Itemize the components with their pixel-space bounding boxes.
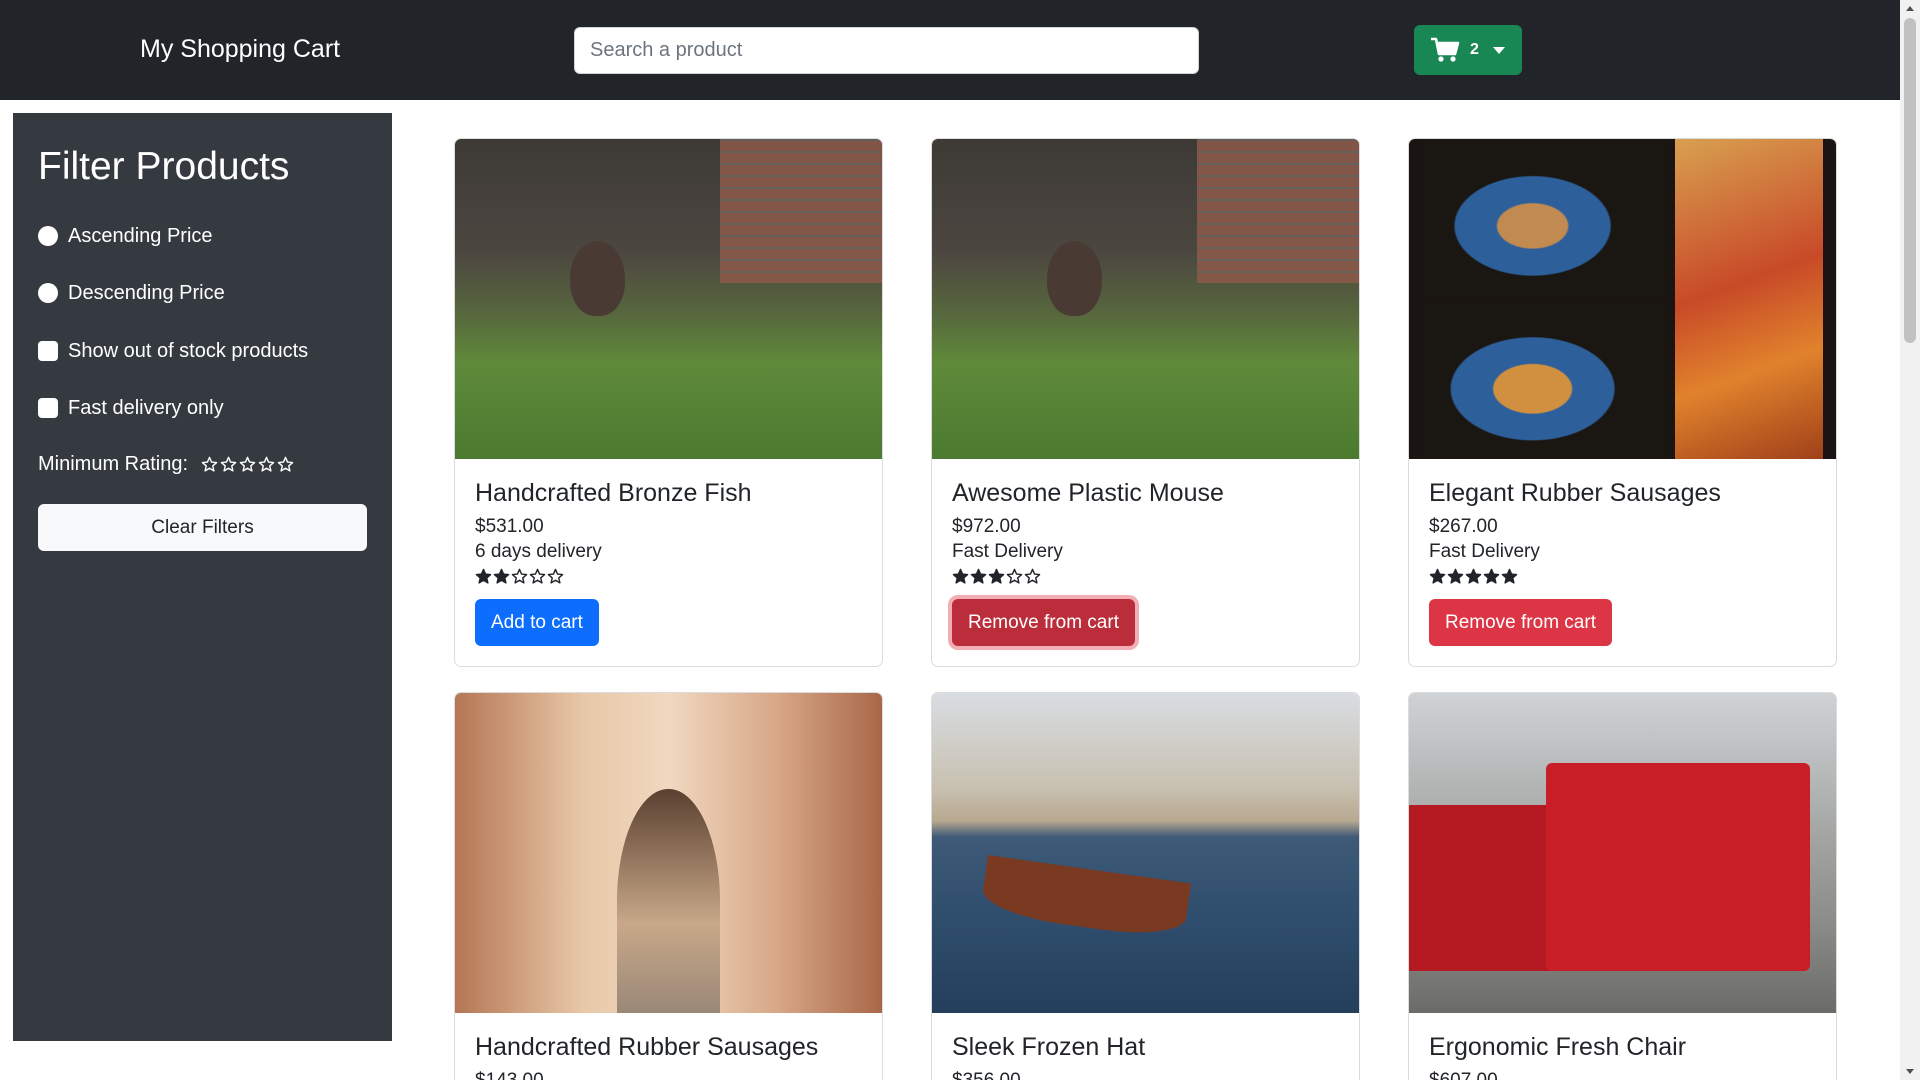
out-of-stock-label: Show out of stock products	[68, 339, 309, 362]
product-image	[455, 693, 882, 1013]
ascending-price-label: Ascending Price	[68, 224, 213, 247]
star-filled-icon[interactable]	[1447, 568, 1464, 585]
product-rating	[475, 568, 862, 585]
product-title: Elegant Rubber Sausages	[1429, 479, 1721, 507]
product-title: Sleek Frozen Hat	[952, 1033, 1146, 1061]
product-title: Awesome Plastic Mouse	[952, 479, 1224, 507]
product-delivery: Fast Delivery	[1429, 541, 1540, 562]
star-empty-icon[interactable]	[1024, 568, 1041, 585]
ascending-price-option[interactable]: Ascending Price	[38, 223, 213, 249]
descending-price-label: Descending Price	[68, 281, 225, 304]
star-filled-icon[interactable]	[475, 568, 492, 585]
filter-title: Filter Products	[38, 145, 290, 188]
fast-delivery-label: Fast delivery only	[68, 396, 224, 419]
scroll-thumb[interactable]	[1904, 18, 1916, 343]
minimum-rating-row: Minimum Rating:	[38, 453, 294, 476]
scroll-up-arrow[interactable]	[1906, 6, 1914, 11]
product-image	[932, 139, 1359, 459]
product-rating	[952, 568, 1339, 585]
out-of-stock-checkbox[interactable]	[38, 341, 58, 361]
star-empty-icon[interactable]	[1006, 568, 1023, 585]
search-input[interactable]	[574, 27, 1199, 74]
star-filled-icon[interactable]	[988, 568, 1005, 585]
product-delivery: Fast Delivery	[952, 541, 1063, 562]
minimum-rating-stars	[201, 456, 294, 473]
navbar: My Shopping Cart 2	[0, 0, 1900, 100]
fast-delivery-checkbox[interactable]	[38, 398, 58, 418]
star-filled-icon[interactable]	[1429, 568, 1446, 585]
descending-price-radio[interactable]	[38, 283, 58, 303]
product-title: Handcrafted Rubber Sausages	[475, 1033, 819, 1061]
product-card: Sleek Frozen Hat $356.00	[931, 692, 1360, 1080]
star-empty-icon[interactable]	[201, 456, 218, 473]
product-rating	[1429, 568, 1816, 585]
product-title: Handcrafted Bronze Fish	[475, 479, 752, 507]
cart-count-badge: 2	[1470, 41, 1479, 58]
remove-from-cart-button[interactable]: Remove from cart	[952, 599, 1135, 646]
product-price: $356.00	[952, 1068, 1339, 1080]
chevron-down-icon	[1492, 46, 1505, 54]
star-filled-icon[interactable]	[970, 568, 987, 585]
out-of-stock-option[interactable]: Show out of stock products	[38, 338, 308, 364]
star-empty-icon[interactable]	[277, 456, 294, 473]
star-empty-icon[interactable]	[220, 456, 237, 473]
star-empty-icon[interactable]	[258, 456, 275, 473]
star-filled-icon[interactable]	[1465, 568, 1482, 585]
add-to-cart-button[interactable]: Add to cart	[475, 599, 599, 646]
product-card: Handcrafted Rubber Sausages $143.00	[454, 692, 883, 1080]
product-card: Ergonomic Fresh Chair $607.00	[1408, 692, 1837, 1080]
star-empty-icon[interactable]	[529, 568, 546, 585]
product-image	[932, 693, 1359, 1013]
product-card: Handcrafted Bronze Fish $531.00 6 days d…	[454, 138, 883, 667]
filter-sidebar: Filter Products Ascending Price Descendi…	[13, 113, 392, 1041]
descending-price-option[interactable]: Descending Price	[38, 280, 225, 306]
ascending-price-radio[interactable]	[38, 226, 58, 246]
star-filled-icon[interactable]	[493, 568, 510, 585]
star-empty-icon[interactable]	[511, 568, 528, 585]
product-image	[1409, 693, 1836, 1013]
fast-delivery-option[interactable]: Fast delivery only	[38, 395, 224, 421]
product-price: $972.00	[952, 516, 1021, 537]
star-filled-icon[interactable]	[1483, 568, 1500, 585]
product-image	[455, 139, 882, 459]
product-image	[1409, 139, 1836, 459]
page: My Shopping Cart 2 Filter Products Ascen…	[0, 0, 1920, 1080]
cart-dropdown-button[interactable]: 2	[1414, 25, 1522, 75]
scroll-down-arrow[interactable]	[1906, 1069, 1914, 1074]
star-empty-icon[interactable]	[547, 568, 564, 585]
product-price: $267.00	[1429, 516, 1498, 537]
star-filled-icon[interactable]	[1501, 568, 1518, 585]
minimum-rating-label: Minimum Rating:	[38, 453, 189, 475]
product-card: Awesome Plastic Mouse $972.00 Fast Deliv…	[931, 138, 1360, 667]
product-price: $607.00	[1429, 1068, 1816, 1080]
product-title: Ergonomic Fresh Chair	[1429, 1033, 1687, 1061]
page-scrollbar[interactable]	[1900, 0, 1920, 1080]
star-empty-icon[interactable]	[239, 456, 256, 473]
remove-from-cart-button[interactable]: Remove from cart	[1429, 599, 1612, 646]
product-delivery: 6 days delivery	[475, 541, 602, 562]
product-price: $143.00	[475, 1068, 862, 1080]
cart-icon	[1431, 37, 1460, 62]
product-price: $531.00	[475, 516, 544, 537]
brand-title[interactable]: My Shopping Cart	[140, 35, 340, 64]
product-card: Elegant Rubber Sausages $267.00 Fast Del…	[1408, 138, 1837, 667]
star-filled-icon[interactable]	[952, 568, 969, 585]
clear-filters-button[interactable]: Clear Filters	[38, 504, 367, 551]
